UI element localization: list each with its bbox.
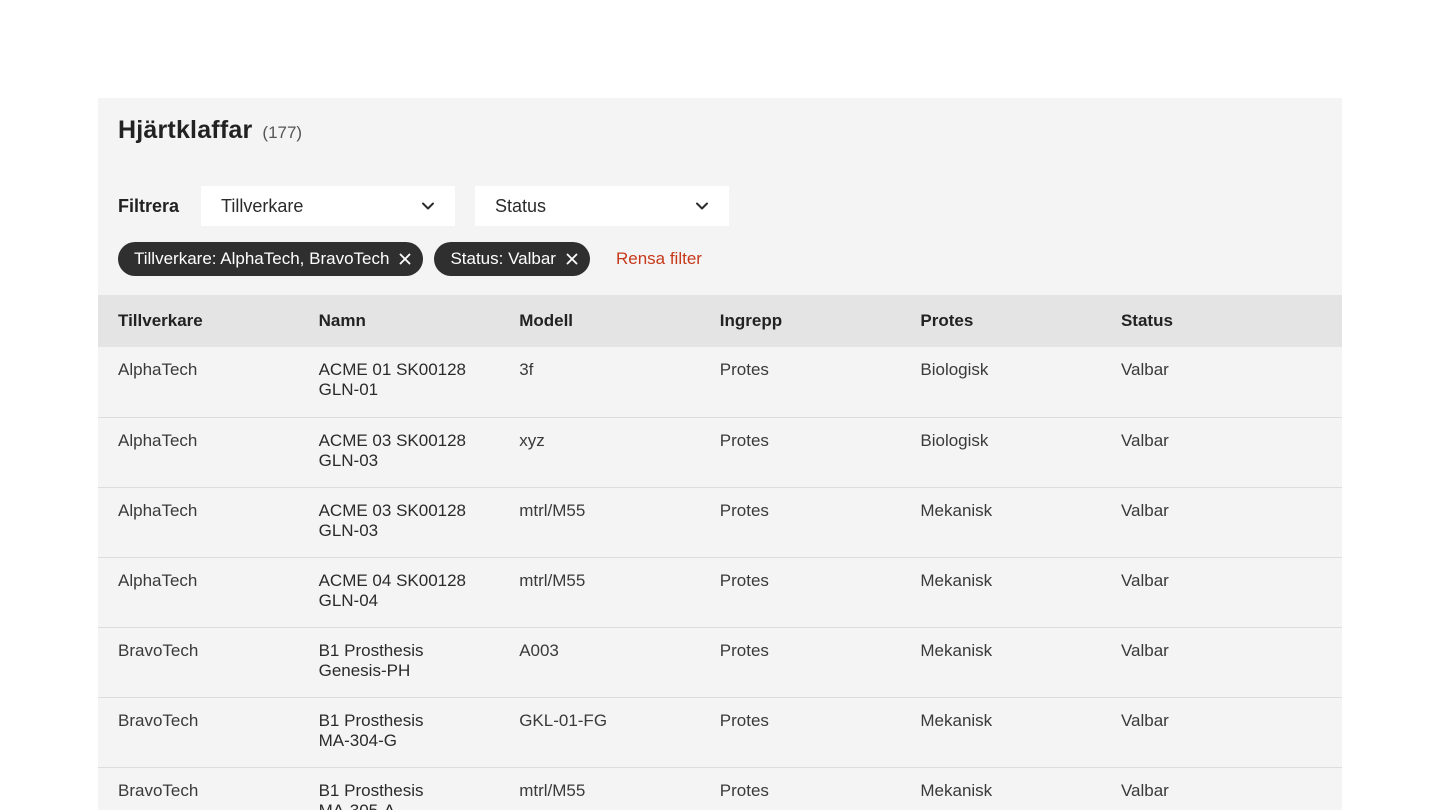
table-row[interactable]: AlphaTech ACME 01 SK00128 GLN-01 3f Prote… [98,347,1342,417]
cell-name-line: GLN-04 [318,590,379,610]
filter-chip-label: Tillverkare: AlphaTech, BravoTech [134,249,390,268]
cell-procedure: Protes [719,430,769,450]
cell-procedure: Protes [719,710,769,730]
cell-name-line: GLN-01 [318,380,379,399]
cell-procedure: Protes [719,500,769,520]
manufacturer-select-label: Tillverkare [221,195,304,216]
cell-name-line: B1 Prosthesis [318,780,424,800]
column-header-name[interactable]: Namn [299,295,500,347]
cell-prosthesis: Mekanisk [920,500,993,520]
cell-procedure: Protes [719,780,769,800]
cell-prosthesis: Mekanisk [920,570,993,590]
column-header-status[interactable]: Status [1101,295,1342,347]
cell-manufacturer: BravoTech [118,640,199,660]
close-icon[interactable] [399,253,411,265]
cell-status: Valbar [1120,780,1169,800]
cell-prosthesis: Mekanisk [920,640,993,660]
cell-name-line: ACME 01 SK00128 [318,360,467,379]
table-row[interactable]: BravoTech B1 Prosthesis MA-305-A mtrl/M55… [98,767,1342,810]
cell-name: ACME 01 SK00128 GLN-01 [299,347,500,417]
cell-prosthesis: Biologisk [920,430,989,450]
cell-manufacturer: AlphaTech [118,360,198,379]
table-row[interactable]: AlphaTech ACME 03 SK00128 GLN-03 mtrl/M55… [98,487,1342,557]
column-header-model[interactable]: Modell [499,295,700,347]
cell-model: mtrl/M55 [519,500,586,520]
chevron-down-icon [695,199,709,213]
filter-label: Filtrera [118,195,180,216]
status-select-label: Status [495,195,547,216]
filter-chip-manufacturer[interactable]: Tillverkare: AlphaTech, BravoTech [118,242,424,276]
cell-model: xyz [519,430,545,450]
cell-model: GKL-01-FG [519,710,608,730]
cell-status: Valbar [1120,500,1169,520]
page-header: Hjärtklaffar (177) [118,116,302,145]
clear-filter-link[interactable]: Rensa filter [616,249,702,269]
cell-manufacturer: AlphaTech [118,500,198,520]
cell-model: mtrl/M55 [519,570,586,590]
cell-name-line: MA-305-A [318,800,396,810]
page-title: Hjärtklaffar [118,116,253,144]
cell-name-line: ACME 03 SK00128 [318,500,467,520]
cell-status: Valbar [1120,430,1169,450]
cell-name-line: B1 Prosthesis [318,640,424,660]
active-filters: Tillverkare: AlphaTech, BravoTech Status… [118,242,702,276]
filter-bar: Filtrera Tillverkare Status [118,186,749,226]
cell-procedure: Protes [719,570,769,590]
cell-status: Valbar [1120,640,1169,660]
cell-name-line: GLN-03 [318,520,379,540]
valves-table: Tillverkare Namn Modell Ingrepp Protes S… [98,295,1342,810]
column-header-manufacturer[interactable]: Tillverkare [98,295,299,347]
column-header-procedure[interactable]: Ingrepp [700,295,901,347]
cell-model: mtrl/M55 [519,780,586,800]
cell-status: Valbar [1120,570,1169,590]
cell-prosthesis: Mekanisk [920,780,993,800]
cell-procedure: Protes [719,360,769,379]
cell-name-line: B1 Prosthesis [318,710,424,730]
cell-status: Valbar [1120,710,1169,730]
table-row[interactable]: AlphaTech ACME 04 SK00128 GLN-04 mtrl/M55… [98,557,1342,627]
cell-model: 3f [519,360,534,379]
cell-name: ACME 03 SK00128 GLN-03 [299,487,500,557]
cell-procedure: Protes [719,640,769,660]
table-header-row: Tillverkare Namn Modell Ingrepp Protes S… [98,295,1342,347]
status-select[interactable]: Status [475,186,730,226]
cell-model: A003 [519,640,559,660]
cell-name-line: GLN-03 [318,450,379,470]
cell-manufacturer: BravoTech [118,710,199,730]
table-row[interactable]: BravoTech B1 Prosthesis MA-304-G GKL-01-F… [98,697,1342,767]
cell-name: B1 Prosthesis MA-305-A [299,767,500,810]
cell-status: Valbar [1120,360,1169,379]
cell-name: ACME 03 SK00128 GLN-03 [299,417,500,487]
cell-manufacturer: BravoTech [118,780,199,800]
cell-name-line: Genesis-PH [318,660,411,680]
cell-prosthesis: Mekanisk [920,710,993,730]
table-row[interactable]: AlphaTech ACME 03 SK00128 GLN-03 xyz Prot… [98,417,1342,487]
heart-valves-panel: Hjärtklaffar (177) Filtrera Tillverkare … [98,98,1342,810]
cell-name: B1 Prosthesis Genesis-PH [299,627,500,697]
cell-name: ACME 04 SK00128 GLN-04 [299,557,500,627]
result-count: (177) [262,123,303,142]
close-icon[interactable] [566,253,578,265]
cell-manufacturer: AlphaTech [118,570,198,590]
cell-name: B1 Prosthesis MA-304-G [299,697,500,767]
cell-name-line: ACME 04 SK00128 [318,570,467,590]
filter-chip-label: Status: Valbar [450,249,556,268]
manufacturer-select[interactable]: Tillverkare [201,186,456,226]
filter-chip-status[interactable]: Status: Valbar [434,242,590,276]
cell-manufacturer: AlphaTech [118,430,198,450]
column-header-prosthesis[interactable]: Protes [900,295,1101,347]
cell-prosthesis: Biologisk [920,360,989,379]
table-row[interactable]: BravoTech B1 Prosthesis Genesis-PH A003 P… [98,627,1342,697]
cell-name-line: ACME 03 SK00128 [318,430,467,450]
chevron-down-icon [421,199,435,213]
cell-name-line: MA-304-G [318,730,398,750]
